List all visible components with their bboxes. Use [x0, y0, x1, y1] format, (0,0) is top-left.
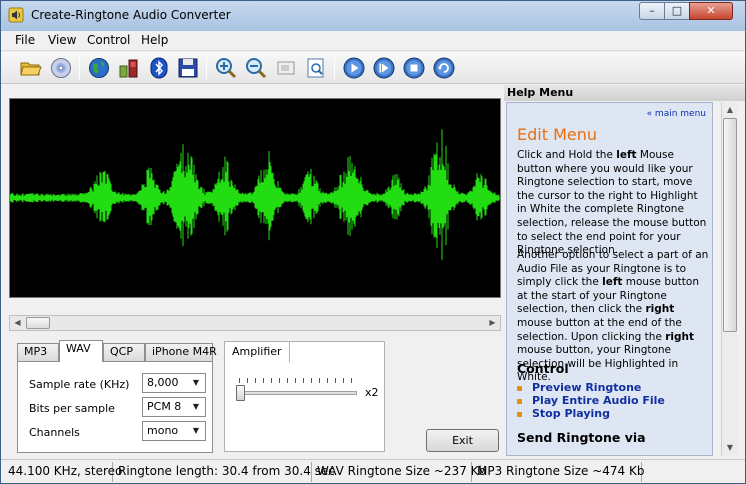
help-link-stop-playing[interactable]: Stop Playing [517, 407, 610, 420]
zoom-selection-icon[interactable] [274, 56, 298, 80]
sample-rate-label: Sample rate (KHz) [29, 378, 130, 391]
control-heading: Control [517, 361, 569, 376]
toolbar-separator [334, 57, 335, 79]
amplifier-tab[interactable]: Amplifier [225, 342, 290, 363]
tab-qcp[interactable]: QCP [103, 343, 145, 361]
bits-per-sample-value: PCM 8 [147, 400, 182, 413]
app-window: Create-Ringtone Audio Converter – □ ✕ Fi… [0, 0, 746, 484]
cd-icon[interactable] [49, 56, 73, 80]
minimize-button[interactable]: – [639, 2, 665, 20]
sample-rate-value: 8,000 [147, 376, 179, 389]
status-bar: 44.100 KHz, stereo Ringtone length: 30.4… [1, 459, 745, 483]
status-audio-format: 44.100 KHz, stereo [3, 462, 122, 482]
menu-help[interactable]: Help [141, 33, 168, 47]
close-button[interactable]: ✕ [689, 2, 733, 20]
chevron-down-icon: ▼ [192, 426, 200, 435]
tab-wav[interactable]: WAV [59, 340, 103, 362]
tab-iphone-m4r[interactable]: iPhone M4R [145, 343, 217, 361]
maximize-button[interactable]: □ [664, 2, 690, 20]
waveform-trace [9, 129, 500, 260]
phone-icon[interactable] [117, 56, 141, 80]
bluetooth-icon[interactable] [147, 56, 171, 80]
help-scrollbar-thumb[interactable] [723, 118, 737, 332]
globe-icon[interactable] [87, 56, 111, 80]
channels-label: Channels [29, 426, 80, 439]
bits-per-sample-select[interactable]: PCM 8 ▼ [142, 397, 206, 417]
sample-rate-select[interactable]: 8,000 ▼ [142, 373, 206, 393]
amplifier-slider-thumb[interactable] [236, 385, 245, 401]
channels-select[interactable]: mono ▼ [142, 421, 206, 441]
title-bar[interactable]: Create-Ringtone Audio Converter – □ ✕ [1, 1, 745, 31]
help-pane: « main menu Edit Menu Click and Hold the… [506, 102, 713, 456]
scroll-right-icon[interactable]: ▶ [486, 317, 499, 329]
help-menu-header: Help Menu [504, 85, 745, 101]
window-title: Create-Ringtone Audio Converter [31, 8, 231, 22]
chevron-down-icon: ▼ [192, 402, 200, 411]
waveform-scrollbar[interactable]: ◀ ▶ [9, 315, 501, 331]
bullet-icon [517, 411, 522, 417]
waveform [9, 129, 500, 260]
scroll-up-icon[interactable]: ▲ [723, 103, 737, 117]
zoom-fit-icon[interactable] [304, 56, 328, 80]
chevron-down-icon: ▼ [192, 378, 200, 387]
bits-per-sample-label: Bits per sample [29, 402, 115, 415]
menu-view[interactable]: View [48, 33, 76, 47]
toolbar-separator [79, 57, 80, 79]
open-folder-icon[interactable] [19, 56, 43, 80]
help-title: Edit Menu [517, 125, 597, 144]
bullet-icon [517, 385, 522, 391]
amplifier-max-label: x2 [365, 386, 379, 399]
waveform-display[interactable] [9, 98, 501, 298]
toolbar-separator [206, 57, 207, 79]
play-icon[interactable] [342, 56, 366, 80]
exit-button[interactable]: Exit [426, 429, 499, 452]
help-scrollbar[interactable]: ▲ ▼ [721, 102, 737, 456]
menu-bar: File View Control Help [1, 31, 745, 51]
tab-mp3[interactable]: MP3 [17, 343, 59, 361]
scrollbar-thumb[interactable] [26, 317, 50, 329]
zoom-in-icon[interactable] [214, 56, 238, 80]
amplifier-ticks [239, 378, 357, 383]
stop-icon[interactable] [402, 56, 426, 80]
loop-icon[interactable] [432, 56, 456, 80]
channels-value: mono [147, 424, 179, 437]
play-selection-icon[interactable] [372, 56, 396, 80]
status-ringtone-length: Ringtone length: 30.4 from 30.4 sec [113, 462, 335, 482]
scroll-down-icon[interactable]: ▼ [723, 441, 737, 455]
amplifier-panel: Amplifier x2 [224, 341, 385, 452]
send-ringtone-heading: Send Ringtone via [517, 430, 646, 445]
help-link-play-entire-audio[interactable]: Play Entire Audio File [517, 394, 665, 407]
bullet-icon [517, 398, 522, 404]
amplifier-slider-track[interactable] [239, 391, 357, 395]
app-speaker-icon [8, 7, 24, 23]
zoom-out-icon[interactable] [244, 56, 268, 80]
status-mp3-size: MP3 Ringtone Size ~474 Kb [472, 462, 645, 482]
main-menu-link[interactable]: « main menu [647, 109, 706, 119]
help-paragraph-1: Click and Hold the left Mouse button whe… [517, 149, 707, 257]
wav-settings-panel: Sample rate (KHz) 8,000 ▼ Bits per sampl… [17, 361, 213, 453]
save-icon[interactable] [176, 56, 200, 80]
status-wav-size: WAV Ringtone Size ~237 Kb [312, 462, 486, 482]
toolbar [1, 52, 745, 84]
scroll-left-icon[interactable]: ◀ [11, 317, 24, 329]
help-link-preview-ringtone[interactable]: Preview Ringtone [517, 381, 641, 394]
menu-file[interactable]: File [15, 33, 35, 47]
menu-control[interactable]: Control [87, 33, 130, 47]
